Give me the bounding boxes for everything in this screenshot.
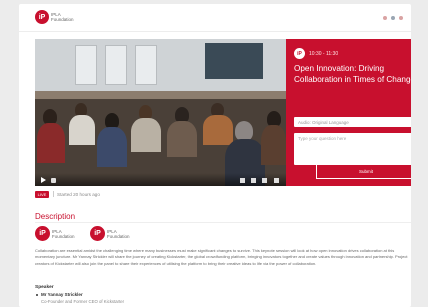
session-title: Open Innovation: Driving Collaboration i…	[294, 64, 411, 84]
video-stage-screen	[205, 43, 263, 79]
partner-logo-text: IPLA Foundation	[107, 228, 130, 239]
live-status: LIVE Started 20 hours ago	[35, 190, 100, 198]
partner-logo[interactable]: iP IPLA Foundation	[90, 226, 135, 241]
speaker-name: Mr Yannay Strickler	[41, 292, 83, 297]
bullet-icon	[36, 294, 38, 296]
description-body: Collaboration are essential amidst the c…	[35, 248, 408, 266]
fullscreen-icon[interactable]	[274, 178, 279, 183]
header-icons	[383, 16, 403, 20]
event-card: iP IPLA Foundation iP 10:30 - 11:30 Open…	[19, 4, 411, 307]
submit-button[interactable]: Submit	[316, 165, 411, 179]
partner-logo-mark: iP	[90, 226, 105, 241]
partner-logo-mark: iP	[35, 226, 50, 241]
question-input[interactable]: Type your question here	[294, 133, 411, 165]
video-controls	[35, 173, 286, 186]
partner-logos: iP IPLA Foundation iP IPLA Foundation	[35, 226, 135, 241]
session-panel: iP 10:30 - 11:30 Open Innovation: Drivin…	[286, 39, 411, 186]
logo-wordmark: IPLA Foundation	[51, 12, 74, 22]
video-player[interactable]	[35, 39, 286, 186]
logo-mark: iP	[35, 10, 49, 24]
partner-logo[interactable]: iP IPLA Foundation	[35, 226, 80, 241]
partner-logo-text: IPLA Foundation	[52, 228, 75, 239]
divider	[53, 191, 54, 197]
language-select-value: Audio: Original Language	[298, 119, 349, 125]
description-heading: Description	[35, 212, 76, 221]
volume-icon[interactable]	[51, 178, 56, 183]
play-icon[interactable]	[41, 177, 46, 183]
menu-icon[interactable]	[399, 16, 403, 20]
language-select[interactable]: Audio: Original Language ▾	[294, 117, 411, 127]
started-time: Started 20 hours ago	[57, 191, 100, 197]
top-bar: iP IPLA Foundation	[19, 4, 411, 32]
video-scene	[135, 45, 157, 85]
divider	[35, 222, 411, 223]
share-icon[interactable]	[383, 16, 387, 20]
session-logo: iP	[294, 48, 305, 59]
video-scene	[105, 45, 127, 85]
site-logo[interactable]: iP IPLA Foundation	[35, 10, 79, 24]
subtitles-icon[interactable]	[240, 178, 245, 183]
settings-icon[interactable]	[251, 178, 256, 183]
question-placeholder: Type your question here	[298, 136, 347, 141]
video-scene	[75, 45, 97, 85]
bookmark-icon[interactable]	[391, 16, 395, 20]
speaker-heading: Speaker	[35, 285, 54, 290]
theater-mode-icon[interactable]	[262, 178, 267, 183]
live-badge: LIVE	[35, 190, 49, 198]
speaker-role: Co-Founder and Former CEO of Kickstarter	[41, 299, 125, 304]
session-time: 10:30 - 11:30	[309, 51, 339, 57]
